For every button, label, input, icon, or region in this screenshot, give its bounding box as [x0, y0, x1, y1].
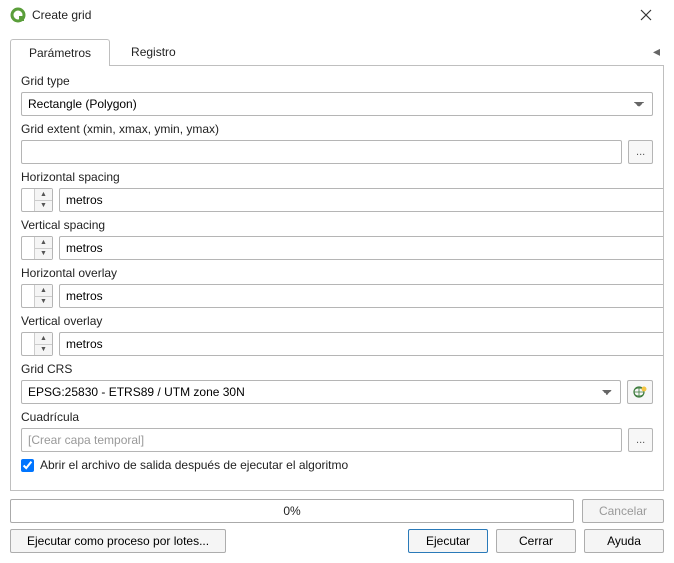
- output-browse-button[interactable]: ...: [628, 428, 653, 452]
- grid-extent-input[interactable]: [21, 140, 622, 164]
- label-h-spacing: Horizontal spacing: [21, 170, 653, 184]
- grid-extent-browse-button[interactable]: ...: [628, 140, 653, 164]
- label-v-spacing: Vertical spacing: [21, 218, 653, 232]
- progress-bar: 0%: [10, 499, 574, 523]
- close-window-button[interactable]: [626, 1, 666, 29]
- progress-text: 0%: [283, 504, 300, 518]
- tab-parametros[interactable]: Parámetros: [10, 39, 110, 66]
- open-after-checkbox[interactable]: [21, 459, 34, 472]
- h-overlay-unit-select[interactable]: metros: [59, 284, 664, 308]
- label-grid-crs: Grid CRS: [21, 362, 653, 376]
- dialog-body: Parámetros Registro ◂ Grid type Rectangl…: [0, 30, 674, 563]
- label-grid-type: Grid type: [21, 74, 653, 88]
- tabbar: Parámetros Registro ◂: [10, 38, 664, 66]
- spin-up-icon[interactable]: ▲: [35, 189, 52, 201]
- spin-up-icon[interactable]: ▲: [35, 237, 52, 249]
- output-layer-input[interactable]: [21, 428, 622, 452]
- h-overlay-spinner[interactable]: ▲▼: [34, 285, 52, 307]
- spin-down-icon[interactable]: ▼: [35, 201, 52, 212]
- v-overlay-unit-select[interactable]: metros: [59, 332, 664, 356]
- run-button[interactable]: Ejecutar: [408, 529, 488, 553]
- v-spacing-unit-select[interactable]: metros: [59, 236, 664, 260]
- h-spacing-spinner[interactable]: ▲▼: [34, 189, 52, 211]
- close-button[interactable]: Cerrar: [496, 529, 576, 553]
- collapse-help-arrow[interactable]: ◂: [649, 43, 664, 60]
- parameters-panel: Grid type Rectangle (Polygon) Grid exten…: [10, 66, 664, 491]
- window-title: Create grid: [32, 8, 91, 22]
- v-spacing-spinner[interactable]: ▲▼: [34, 237, 52, 259]
- grid-type-select[interactable]: Rectangle (Polygon): [21, 92, 653, 116]
- create-grid-dialog: Create grid Parámetros Registro ◂ Grid t…: [0, 0, 674, 563]
- qgis-icon: [10, 7, 26, 23]
- spin-up-icon[interactable]: ▲: [35, 333, 52, 345]
- spin-down-icon[interactable]: ▼: [35, 345, 52, 356]
- label-cuadricula: Cuadrícula: [21, 410, 653, 424]
- label-open-after: Abrir el archivo de salida después de ej…: [40, 458, 348, 472]
- label-v-overlay: Vertical overlay: [21, 314, 653, 328]
- v-overlay-spinner[interactable]: ▲▼: [34, 333, 52, 355]
- run-batch-button[interactable]: Ejecutar como proceso por lotes...: [10, 529, 226, 553]
- tab-registro[interactable]: Registro: [112, 38, 195, 65]
- close-icon: [640, 9, 652, 21]
- titlebar: Create grid: [0, 0, 674, 30]
- label-h-overlay: Horizontal overlay: [21, 266, 653, 280]
- grid-crs-select[interactable]: EPSG:25830 - ETRS89 / UTM zone 30N: [21, 380, 621, 404]
- h-spacing-unit-select[interactable]: metros: [59, 188, 664, 212]
- globe-icon: [632, 384, 648, 400]
- spin-down-icon[interactable]: ▼: [35, 297, 52, 308]
- spin-up-icon[interactable]: ▲: [35, 285, 52, 297]
- cancel-button[interactable]: Cancelar: [582, 499, 664, 523]
- help-button[interactable]: Ayuda: [584, 529, 664, 553]
- spin-down-icon[interactable]: ▼: [35, 249, 52, 260]
- crs-picker-button[interactable]: [627, 380, 653, 404]
- label-grid-extent: Grid extent (xmin, xmax, ymin, ymax): [21, 122, 653, 136]
